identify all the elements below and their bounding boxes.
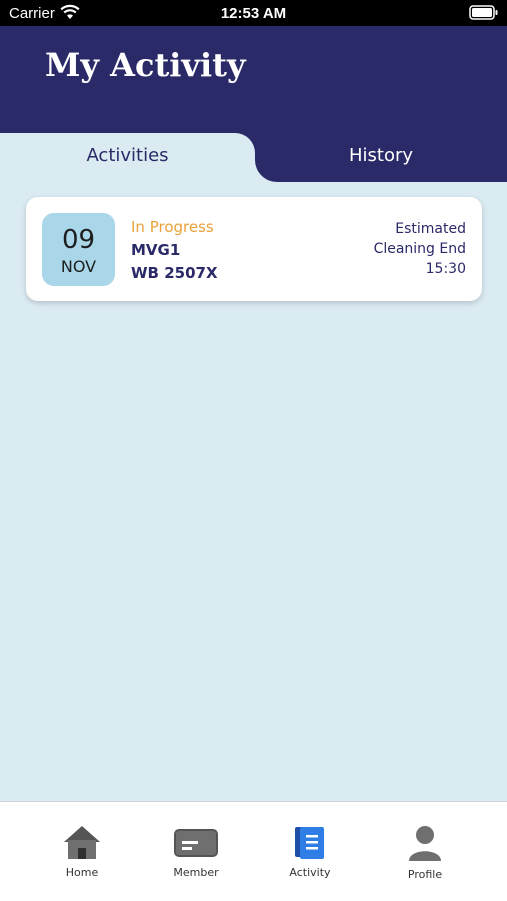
member-card-icon <box>151 824 241 860</box>
status-bar: Carrier 12:53 AM <box>0 0 507 26</box>
nav-member[interactable]: Member <box>151 824 241 879</box>
nav-label: Member <box>173 866 219 879</box>
activity-icon <box>265 824 355 860</box>
tab-label: History <box>348 145 414 166</box>
estimate-label-1: Estimated <box>395 221 466 237</box>
nav-label: Activity <box>289 866 331 879</box>
bottom-nav: Home Member Activity Profile <box>0 801 507 901</box>
activity-card[interactable]: 09 NOV In Progress MVG1 WB 2507X Estimat… <box>26 197 482 301</box>
nav-home[interactable]: Home <box>37 824 127 879</box>
battery-icon <box>469 5 499 25</box>
date-day: 09 <box>61 225 96 255</box>
nav-label: Home <box>65 866 99 879</box>
tab-label: Activities <box>86 145 169 166</box>
tab-activities[interactable]: Activities <box>0 133 255 182</box>
page-title: My Activity <box>45 46 246 84</box>
location-code: MVG1 <box>131 241 181 259</box>
estimate-label-2: Cleaning End <box>373 241 466 257</box>
vehicle-plate: WB 2507X <box>131 264 218 282</box>
tab-history[interactable]: History <box>255 133 507 182</box>
nav-activity[interactable]: Activity <box>265 824 355 879</box>
header: My Activity Activities History <box>0 26 507 182</box>
date-badge: 09 NOV <box>42 213 115 286</box>
nav-label: Profile <box>407 868 443 881</box>
date-month: NOV <box>60 257 97 276</box>
nav-profile[interactable]: Profile <box>380 824 470 881</box>
profile-icon <box>380 824 470 862</box>
status-text: In Progress <box>131 218 214 236</box>
home-icon <box>37 824 127 860</box>
status-time: 12:53 AM <box>220 5 287 22</box>
estimate-time: 15:30 <box>425 261 466 277</box>
